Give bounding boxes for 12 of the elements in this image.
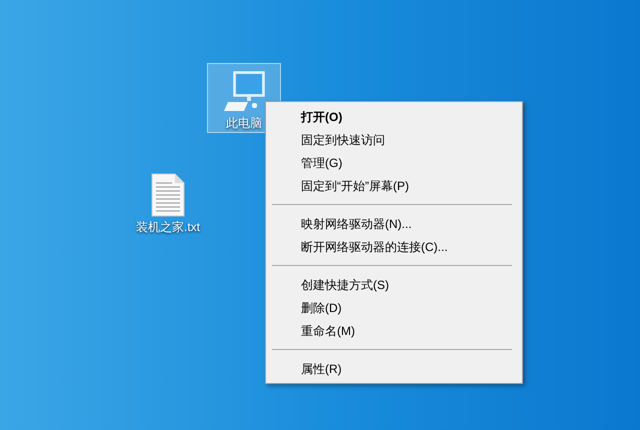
menu-item[interactable]: 属性(R) <box>266 357 522 380</box>
menu-item[interactable]: 重命名(M) <box>266 319 522 342</box>
text-file-icon <box>151 173 185 217</box>
menu-item[interactable]: 固定到“开始”屏幕(P) <box>266 174 522 197</box>
icon-label: 此电脑 <box>226 116 262 130</box>
menu-item[interactable]: 映射网络驱动器(N)... <box>266 212 522 235</box>
computer-icon <box>222 71 266 113</box>
menu-item[interactable]: 管理(G) <box>266 151 522 174</box>
menu-item[interactable]: 删除(D) <box>266 296 522 319</box>
menu-item[interactable]: 创建快捷方式(S) <box>266 273 522 296</box>
menu-item[interactable]: 断开网络驱动器的连接(C)... <box>266 235 522 258</box>
icon-label: 装机之家.txt <box>136 220 200 234</box>
